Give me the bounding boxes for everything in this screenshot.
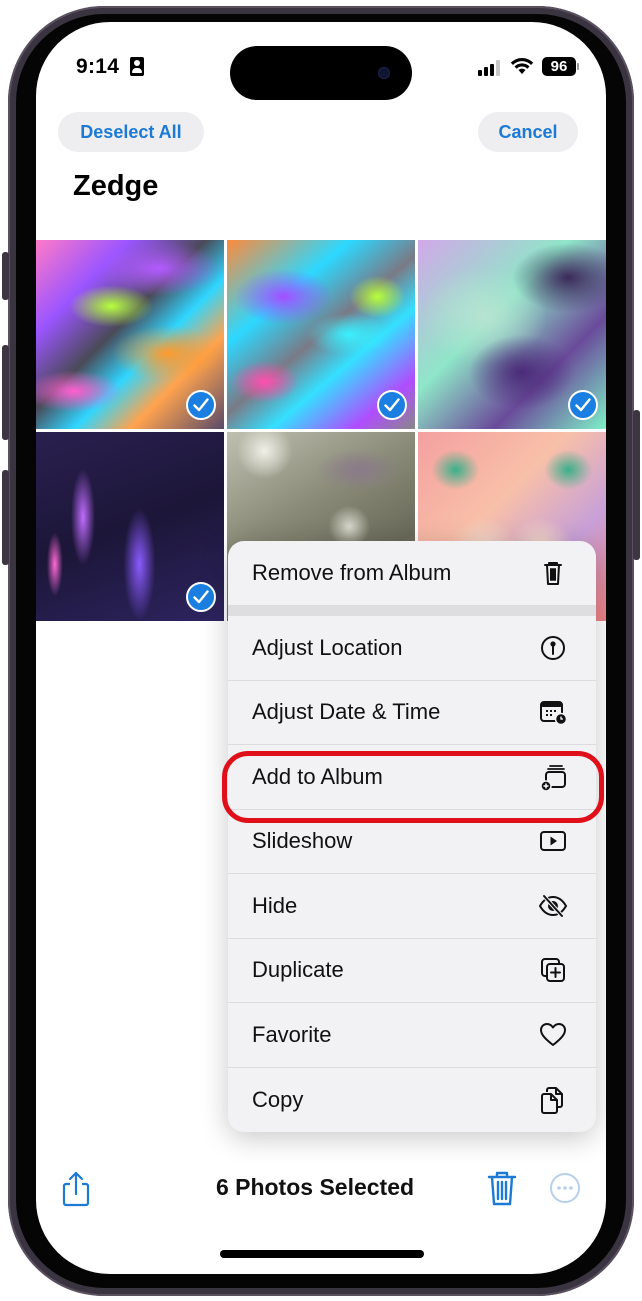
photo-thumbnail[interactable]	[418, 240, 606, 429]
photo-thumbnail[interactable]	[36, 240, 224, 429]
menu-item-duplicate[interactable]: Duplicate	[228, 939, 596, 1003]
contact-card-icon	[130, 57, 144, 76]
selection-count: 6 Photos Selected	[215, 1174, 415, 1200]
play-icon	[540, 831, 566, 852]
trash-icon	[544, 562, 562, 585]
calendar-clock-icon	[540, 701, 568, 726]
menu-item-label: Duplicate	[252, 957, 344, 983]
menu-item-favorite[interactable]: Favorite	[228, 1003, 596, 1068]
menu-item-adjust-date-time[interactable]: Adjust Date & Time	[228, 681, 596, 745]
camera-icon	[378, 67, 390, 79]
menu-item-copy[interactable]: Copy	[228, 1068, 596, 1133]
add-to-album-icon	[540, 764, 566, 792]
photo-thumbnail[interactable]	[36, 432, 224, 621]
menu-item-adjust-location[interactable]: Adjust Location	[228, 616, 596, 681]
menu-item-label: Slideshow	[252, 828, 353, 854]
eye-slash-icon	[538, 894, 568, 918]
volume-up-button	[2, 345, 9, 440]
menu-item-label: Copy	[252, 1086, 304, 1112]
battery-nub	[577, 63, 579, 70]
status-time: 9:14	[76, 55, 120, 78]
screen: 9:14 96 Deselect All Cancel Zedge Remove…	[36, 22, 606, 1274]
menu-item-add-to-album[interactable]: Add to Album	[228, 745, 596, 810]
menu-item-label: Remove from Album	[252, 560, 452, 585]
menu-item-slideshow[interactable]: Slideshow	[228, 810, 596, 874]
action-button	[2, 252, 9, 300]
dynamic-island	[230, 46, 412, 100]
context-menu: Remove from Album Adjust Location Adjust…	[228, 541, 596, 1132]
menu-item-label: Favorite	[252, 1021, 332, 1047]
menu-separator	[228, 605, 596, 616]
location-pin-icon	[541, 635, 565, 660]
menu-item-label: Adjust Date & Time	[252, 699, 441, 725]
checkmark-icon	[186, 390, 216, 420]
menu-item-label: Add to Album	[252, 763, 383, 789]
menu-item-label: Hide	[252, 892, 298, 918]
volume-down-button	[2, 470, 9, 565]
menu-item-remove-from-album[interactable]: Remove from Album	[228, 541, 596, 605]
signal-icon	[478, 60, 502, 76]
checkmark-icon	[186, 582, 216, 612]
cancel-button[interactable]: Cancel	[478, 112, 578, 152]
menu-item-hide[interactable]: Hide	[228, 874, 596, 939]
photo-thumbnail[interactable]	[227, 240, 415, 429]
trash-icon[interactable]	[486, 1169, 518, 1207]
deselect-all-button[interactable]: Deselect All	[58, 112, 204, 152]
page-title: Zedge	[73, 170, 159, 202]
wifi-icon	[510, 58, 534, 74]
checkmark-icon	[377, 390, 407, 420]
battery-icon: 96	[542, 57, 576, 76]
menu-item-label: Adjust Location	[252, 634, 403, 660]
home-indicator[interactable]	[220, 1250, 424, 1258]
copy-icon	[541, 1086, 563, 1114]
power-button	[633, 410, 640, 560]
duplicate-icon	[541, 958, 565, 983]
heart-icon	[540, 1022, 566, 1046]
checkmark-icon	[568, 390, 598, 420]
ellipsis-circle-icon[interactable]	[549, 1172, 581, 1204]
